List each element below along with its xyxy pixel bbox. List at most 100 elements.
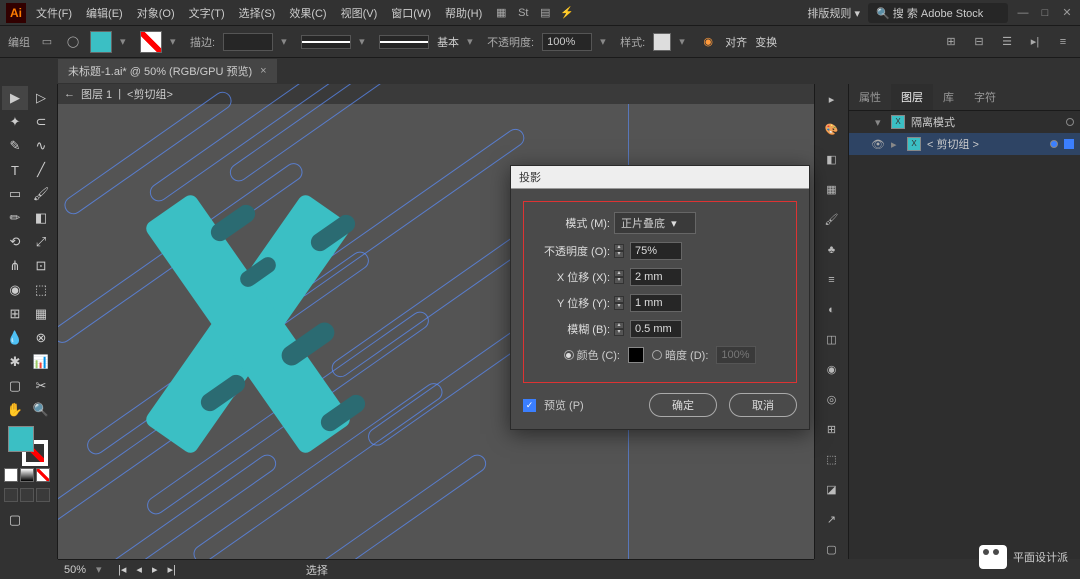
free-transform-tool[interactable]: ⊡	[28, 254, 54, 278]
hand-tool[interactable]: ✋	[2, 398, 28, 422]
edit-isolate-icon[interactable]: ⊟	[970, 33, 988, 51]
pen-tool[interactable]: ✎	[2, 134, 28, 158]
draw-inside[interactable]	[36, 488, 50, 502]
stock-search[interactable]: 🔍 搜 索 Adobe Stock	[868, 3, 1008, 23]
curvature-tool[interactable]: ∿	[28, 134, 54, 158]
tab-close-button[interactable]: ×	[260, 65, 266, 77]
appearance-panel-icon[interactable]: ◉	[822, 359, 842, 379]
scale-tool[interactable]: ⤢	[28, 230, 54, 254]
align-panel-icon[interactable]: ⊞	[822, 419, 842, 439]
mode-select[interactable]: 正片叠底 ▾	[614, 212, 696, 234]
collapse-dock-icon[interactable]: ▸	[822, 90, 842, 110]
color-radio[interactable]: 颜色 (C):	[564, 347, 620, 363]
opacity-spinner[interactable]: ▴▾	[614, 244, 624, 258]
dialog-title[interactable]: 投影	[511, 166, 809, 189]
menu-object[interactable]: 对象(O)	[131, 2, 181, 24]
menu-icon[interactable]: ≡	[1054, 33, 1072, 51]
blend-tool[interactable]: ⊗	[28, 326, 54, 350]
layer-row-clipgroup[interactable]: 👁 ▸ X < 剪切组 >	[849, 133, 1080, 155]
graphic-styles-icon[interactable]: ◎	[822, 389, 842, 409]
selection-tool[interactable]: ▶	[2, 86, 28, 110]
panel-toggle-icon[interactable]: ▸|	[1026, 33, 1044, 51]
bridge-icon[interactable]: ▦	[492, 4, 510, 22]
cancel-button[interactable]: 取消	[729, 393, 797, 417]
menu-edit[interactable]: 编辑(E)	[80, 2, 129, 24]
asset-export-icon[interactable]: ↗	[822, 509, 842, 529]
menu-view[interactable]: 视图(V)	[335, 2, 384, 24]
nav-prev-icon[interactable]: ◂	[136, 563, 142, 576]
close-button[interactable]: ✕	[1060, 6, 1074, 20]
menu-window[interactable]: 窗口(W)	[385, 2, 437, 24]
tab-libraries[interactable]: 库	[933, 84, 964, 110]
transparency-panel-icon[interactable]: ◫	[822, 330, 842, 350]
direct-selection-tool[interactable]: ▷	[28, 86, 54, 110]
darkness-radio[interactable]: 暗度 (D):	[652, 347, 708, 363]
color-mode-gradient[interactable]	[20, 468, 34, 482]
tab-character[interactable]: 字符	[964, 84, 1006, 110]
target-icon[interactable]	[1050, 140, 1058, 148]
color-mode-solid[interactable]	[4, 468, 18, 482]
nav-next-icon[interactable]: ▸	[152, 563, 158, 576]
mesh-tool[interactable]: ⊞	[2, 302, 28, 326]
recolor-icon[interactable]: ◉	[699, 33, 717, 51]
transform-panel-icon[interactable]: ⬚	[822, 449, 842, 469]
opacity-input[interactable]	[630, 242, 682, 260]
line-tool[interactable]: ╱	[28, 158, 54, 182]
expand-toggle[interactable]: ▸	[891, 138, 901, 151]
tab-properties[interactable]: 属性	[849, 84, 891, 110]
yoffset-input[interactable]	[630, 294, 682, 312]
stroke-weight-input[interactable]	[223, 33, 273, 51]
rectangle-tool[interactable]: ▭	[2, 182, 28, 206]
paintbrush-tool[interactable]: 🖌	[28, 182, 54, 206]
gradient-tool[interactable]: ▦	[28, 302, 54, 326]
yoffset-spinner[interactable]: ▴▾	[614, 296, 624, 310]
blur-input[interactable]	[630, 320, 682, 338]
color-mode-none[interactable]	[36, 468, 50, 482]
blur-spinner[interactable]: ▴▾	[614, 322, 624, 336]
gradient-panel-icon[interactable]: ◐	[822, 300, 842, 320]
fill-stroke-control[interactable]	[8, 426, 48, 466]
draw-normal[interactable]	[4, 488, 18, 502]
shadow-color-swatch[interactable]	[628, 347, 644, 363]
stock-icon[interactable]: St	[514, 4, 532, 22]
screen-mode-button[interactable]: ▢	[2, 508, 28, 532]
artboards-panel-icon[interactable]: ▢	[822, 539, 842, 559]
slice-tool[interactable]: ✂	[28, 374, 54, 398]
fill-swatch[interactable]	[90, 31, 112, 53]
brushes-panel-icon[interactable]: 🖌	[822, 210, 842, 230]
preview-checkbox[interactable]: ✓	[523, 399, 536, 412]
document-tab[interactable]: 未标题-1.ai* @ 50% (RGB/GPU 预览) ×	[58, 59, 277, 83]
perspective-tool[interactable]: ⬚	[28, 278, 54, 302]
symbol-sprayer-tool[interactable]: ✱	[2, 350, 28, 374]
layer-row-isolate[interactable]: ▾ X 隔离模式	[849, 111, 1080, 133]
arrange-icon[interactable]: ▤	[536, 4, 554, 22]
layer-name[interactable]: < 剪切组 >	[927, 136, 1044, 152]
opacity-input[interactable]	[542, 33, 592, 51]
brush-preview[interactable]	[379, 35, 429, 49]
layer-name[interactable]: 隔离模式	[911, 114, 1060, 130]
artboard-tool[interactable]: ▢	[2, 374, 28, 398]
crumb-back-icon[interactable]: ←	[64, 88, 75, 100]
menu-file[interactable]: 文件(F)	[30, 2, 78, 24]
maximize-button[interactable]: □	[1038, 6, 1052, 20]
fill-color[interactable]	[8, 426, 34, 452]
zoom-tool[interactable]: 🔍	[28, 398, 54, 422]
swatches-panel-icon[interactable]: ▦	[822, 180, 842, 200]
eyedropper-tool[interactable]: 💧	[2, 326, 28, 350]
type-tool[interactable]: T	[2, 158, 28, 182]
lasso-tool[interactable]: ⊂	[28, 110, 54, 134]
stroke-swatch[interactable]	[140, 31, 162, 53]
visibility-icon[interactable]: 👁	[871, 138, 885, 151]
pathfinder-panel-icon[interactable]: ◪	[822, 479, 842, 499]
xoffset-spinner[interactable]: ▴▾	[614, 270, 624, 284]
target-icon[interactable]	[1066, 118, 1074, 126]
shape-builder-tool[interactable]: ◉	[2, 278, 28, 302]
tab-layers[interactable]: 图层	[891, 84, 933, 110]
gpu-icon[interactable]: ⚡	[558, 4, 576, 22]
ellipse-select-icon[interactable]: ◯	[64, 33, 82, 51]
stroke-panel-icon[interactable]: ≡	[822, 270, 842, 290]
eraser-tool[interactable]: ◧	[28, 206, 54, 230]
prefs-icon[interactable]: ☰	[998, 33, 1016, 51]
draw-behind[interactable]	[20, 488, 34, 502]
isolate-icon[interactable]: ⊞	[942, 33, 960, 51]
